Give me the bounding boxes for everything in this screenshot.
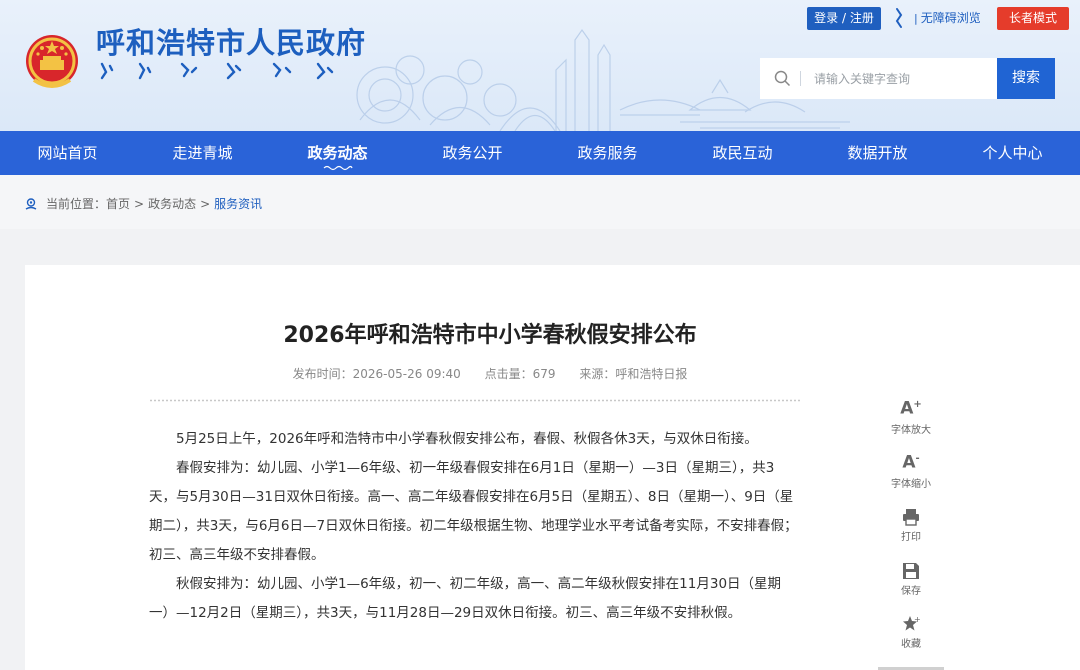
elder-mode-button[interactable]: 长者模式 bbox=[997, 7, 1069, 30]
search-separator bbox=[800, 71, 801, 86]
print-label: 打印 bbox=[901, 532, 921, 543]
font-shrink-label: 字体缩小 bbox=[891, 478, 931, 490]
site-header: 呼和浩特市人民政府 登录 / 注册 |无障碍浏览 长者模式 搜索 bbox=[0, 0, 1080, 131]
favorite-button[interactable]: + 收藏 bbox=[881, 609, 941, 663]
save-label: 保存 bbox=[901, 585, 921, 597]
search-button[interactable]: 搜索 bbox=[997, 58, 1055, 99]
article-meta: 发布时间：2026-05-26 09:40 点击量：679 来源：呼和浩特日报 bbox=[25, 365, 955, 382]
save-icon bbox=[903, 562, 919, 579]
article-paragraph: 春假安排为：幼儿园、小学1—6年级、初一年级春假安排在6月1日（星期一）—3日（… bbox=[149, 460, 798, 563]
font-enlarge-button[interactable]: A+ 字体放大 bbox=[881, 395, 941, 449]
search-input[interactable] bbox=[812, 66, 996, 92]
nav-item-about-city[interactable]: 走进青城 bbox=[135, 131, 270, 175]
font-shrink-button[interactable]: A- 字体缩小 bbox=[881, 449, 941, 503]
printer-icon bbox=[903, 509, 919, 526]
nav-item-home[interactable]: 网站首页 bbox=[0, 131, 135, 175]
active-indicator-icon bbox=[323, 165, 353, 171]
main-nav: 网站首页 走进青城 政务动态 政务公开 政务服务 政民互动 数据开放 个人中心 bbox=[0, 131, 1080, 175]
print-button[interactable]: 打印 bbox=[881, 502, 941, 556]
star-icon: + bbox=[903, 615, 920, 631]
nav-item-gov-news[interactable]: 政务动态 bbox=[270, 131, 405, 175]
login-register-button[interactable]: 登录 / 注册 bbox=[807, 7, 881, 30]
breadcrumb: 当前位置： 首页 > 政务动态 > 服务资讯 bbox=[0, 175, 1080, 229]
breadcrumb-separator: > bbox=[134, 196, 145, 211]
click-count: 点击量：679 bbox=[484, 367, 556, 381]
site-title: 呼和浩特市人民政府 bbox=[96, 26, 367, 60]
breadcrumb-home[interactable]: 首页 bbox=[106, 195, 130, 212]
article-paragraph: 5月25日上午，2026年呼和浩特市中小学春秋假安排公布，春假、秋假各休3天，与… bbox=[176, 431, 758, 447]
svg-text:+: + bbox=[914, 615, 920, 624]
article-paragraph: 秋假安排为：幼儿园、小学1—6年级，初一、初二年级，高一、高二年级秋假安排在11… bbox=[149, 576, 782, 621]
article-tools: A+ 字体放大 A- 字体缩小 打印 保存 + 收藏 bbox=[881, 395, 941, 663]
nav-item-interaction[interactable]: 政民互动 bbox=[675, 131, 810, 175]
location-pin-icon bbox=[25, 197, 37, 210]
save-button[interactable]: 保存 bbox=[881, 556, 941, 610]
breadcrumb-separator: > bbox=[200, 196, 211, 211]
favorite-label: 收藏 bbox=[901, 639, 921, 650]
accessible-browsing-label: 无障碍浏览 bbox=[920, 11, 981, 25]
mongolian-script-logo bbox=[100, 62, 334, 80]
breadcrumb-section[interactable]: 政务动态 bbox=[148, 195, 196, 212]
dotted-divider bbox=[149, 399, 801, 402]
nav-item-open-data[interactable]: 数据开放 bbox=[810, 131, 945, 175]
breadcrumb-current[interactable]: 服务资讯 bbox=[214, 195, 262, 212]
font-enlarge-icon: A+ bbox=[900, 399, 922, 419]
national-emblem-icon bbox=[26, 35, 78, 88]
font-enlarge-label: 字体放大 bbox=[891, 425, 931, 436]
nav-item-gov-open[interactable]: 政务公开 bbox=[405, 131, 540, 175]
breadcrumb-prefix: 当前位置： bbox=[46, 197, 107, 211]
nav-item-gov-service[interactable]: 政务服务 bbox=[540, 131, 675, 175]
accessible-browsing-link[interactable]: | 无障碍浏览 bbox=[914, 7, 981, 30]
search-icon bbox=[774, 70, 791, 87]
article-title: 2026年呼和浩特市中小学春秋假安排公布 bbox=[283, 323, 697, 348]
publish-time: 发布时间：2026-05-26 09:40 bbox=[292, 367, 461, 381]
article-body: 5月25日上午，2026年呼和浩特市中小学春秋假安排公布，春假、秋假各休3天，与… bbox=[149, 425, 801, 628]
search-box bbox=[760, 58, 998, 99]
mongolian-language-icon[interactable] bbox=[893, 7, 907, 29]
nav-item-gov-news-label: 政务动态 bbox=[307, 144, 368, 162]
font-shrink-icon: A- bbox=[902, 452, 920, 473]
nav-item-personal-center[interactable]: 个人中心 bbox=[945, 131, 1080, 175]
article-source: 来源：呼和浩特日报 bbox=[579, 367, 688, 381]
accessibility-icon: | bbox=[914, 12, 918, 25]
article-panel: 2026年呼和浩特市中小学春秋假安排公布 发布时间：2026-05-26 09:… bbox=[25, 265, 1080, 670]
